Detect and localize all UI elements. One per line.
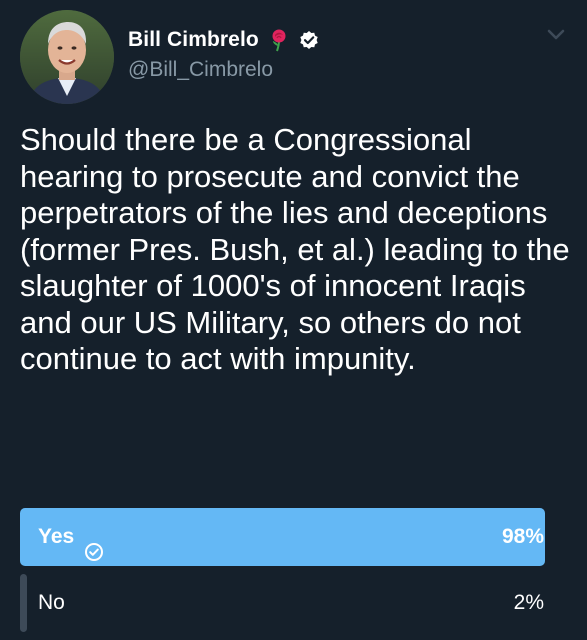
avatar[interactable] [20, 10, 114, 104]
poll-option-label-wrap: No [38, 574, 65, 632]
poll-option-percent: 98% [501, 525, 544, 548]
verified-icon [299, 30, 319, 50]
poll-option-no[interactable]: No 2% [20, 574, 556, 632]
poll-option-label: Yes [38, 525, 75, 548]
poll-option-percent: 2% [513, 591, 544, 614]
check-circle-icon [84, 527, 104, 561]
poll-bar-no [20, 574, 27, 632]
display-name[interactable]: Bill Cimbrelo [128, 28, 259, 52]
user-handle[interactable]: @Bill_Cimbrelo [128, 58, 319, 82]
name-row: Bill Cimbrelo [128, 26, 319, 54]
tweet-text: Should there be a Congressional hearing … [20, 122, 570, 376]
chevron-down-icon[interactable] [544, 26, 568, 44]
poll-option-label: No [38, 591, 65, 614]
poll-option-yes[interactable]: Yes 98% [20, 508, 556, 566]
rose-icon [267, 28, 291, 52]
tweet-card: Bill Cimbrelo @Bill_Cimbrelo Should ther… [0, 0, 587, 640]
poll-option-label-wrap: Yes [38, 508, 104, 566]
author-block: Bill Cimbrelo @Bill_Cimbrelo [128, 26, 319, 82]
